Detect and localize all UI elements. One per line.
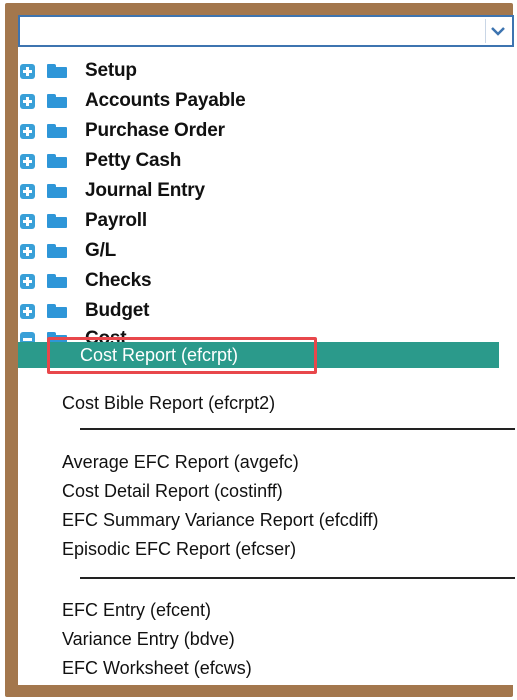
menu-item-efc-entry[interactable]: EFC Entry (efcent): [62, 598, 211, 622]
menu-separator: [80, 428, 515, 430]
folder-icon: [47, 94, 67, 108]
menu-item-episodic-efc-report[interactable]: Episodic EFC Report (efcser): [62, 537, 296, 561]
menu-item-cost-bible-report[interactable]: Cost Bible Report (efcrpt2): [62, 391, 275, 415]
tree-node-label: Petty Cash: [85, 150, 182, 171]
tree-node-label: Budget: [85, 300, 150, 321]
folder-icon: [47, 184, 67, 198]
menu-item-variance-entry[interactable]: Variance Entry (bdve): [62, 627, 235, 651]
tree-node-accounts-payable[interactable]: Accounts Payable: [20, 88, 246, 114]
folder-icon: [47, 64, 67, 78]
expand-icon[interactable]: [20, 213, 35, 229]
expand-icon[interactable]: [20, 303, 35, 319]
expand-icon[interactable]: [20, 93, 35, 109]
menu-item-average-efc-report[interactable]: Average EFC Report (avgefc): [62, 450, 299, 474]
chevron-down-icon: [491, 27, 505, 36]
tree-node-payroll[interactable]: Payroll: [20, 208, 147, 234]
tree-node-journal-entry[interactable]: Journal Entry: [20, 178, 205, 204]
folder-icon: [47, 304, 67, 318]
expand-icon[interactable]: [20, 183, 35, 199]
tree-node-checks[interactable]: Checks: [20, 268, 152, 294]
tree-node-gl[interactable]: G/L: [20, 238, 116, 264]
tree-node-petty-cash[interactable]: Petty Cash: [20, 148, 181, 174]
menu-item-efc-worksheet[interactable]: EFC Worksheet (efcws): [62, 656, 252, 680]
tree-node-label: Journal Entry: [85, 180, 205, 201]
menu-separator: [80, 577, 515, 579]
folder-icon: [47, 124, 67, 138]
tree-node-label: Accounts Payable: [85, 90, 246, 111]
menu-item-cost-detail-report[interactable]: Cost Detail Report (costinff): [62, 479, 283, 503]
tree-node-budget[interactable]: Budget: [20, 298, 149, 324]
folder-icon: [47, 214, 67, 228]
tree-node-label: Payroll: [85, 210, 147, 231]
folder-icon: [47, 154, 67, 168]
expand-icon[interactable]: [20, 153, 35, 169]
tree-node-label: Checks: [85, 270, 152, 291]
expand-icon[interactable]: [20, 243, 35, 259]
expand-icon[interactable]: [20, 273, 35, 289]
folder-icon: [47, 274, 67, 288]
module-dropdown[interactable]: [18, 15, 514, 47]
tree-node-purchase-order[interactable]: Purchase Order: [20, 118, 225, 144]
annotation-highlight: [47, 337, 317, 374]
menu-item-efc-summary-variance-report[interactable]: EFC Summary Variance Report (efcdiff): [62, 508, 378, 532]
tree-node-label: Purchase Order: [85, 120, 225, 141]
expand-icon[interactable]: [20, 63, 35, 79]
tree-node-label: G/L: [85, 240, 117, 261]
expand-icon[interactable]: [20, 123, 35, 139]
dropdown-button[interactable]: [485, 19, 510, 43]
tree-node-setup[interactable]: Setup: [20, 58, 137, 84]
folder-icon: [47, 244, 67, 258]
tree-node-label: Setup: [85, 60, 137, 81]
